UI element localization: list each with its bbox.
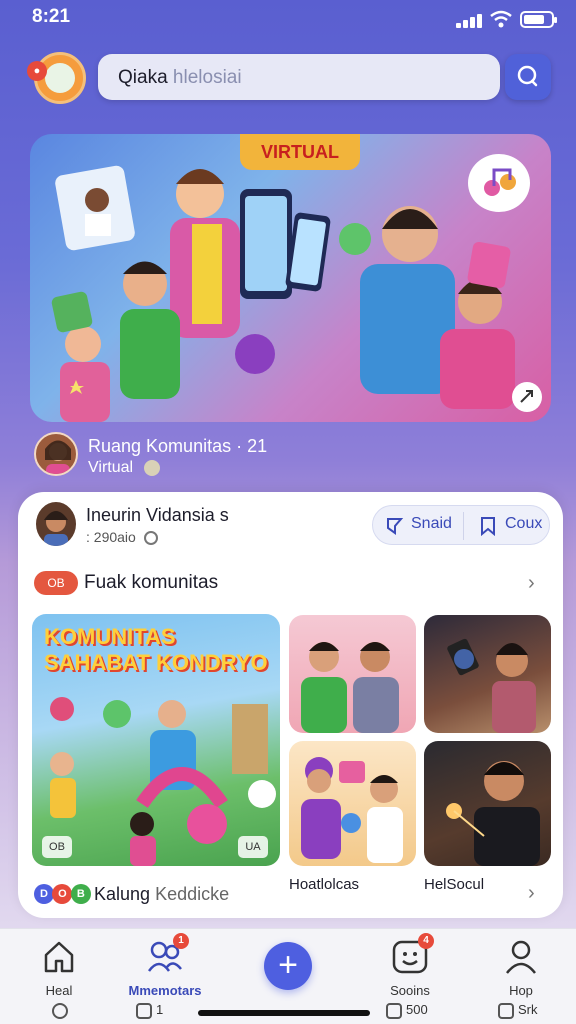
battery-icon <box>520 11 557 28</box>
community-avatar[interactable] <box>34 432 78 476</box>
search-value: Qiaka <box>118 67 168 88</box>
join-button[interactable]: Coux <box>505 515 542 533</box>
section-badge: OB <box>34 571 78 595</box>
home-indicator[interactable] <box>198 1010 370 1016</box>
expand-icon[interactable] <box>512 382 542 412</box>
featured-tile-title: KOMUNITAS SAHABAT KONDRYO <box>44 624 268 675</box>
system-nav-item-a[interactable]: 500 <box>386 1002 428 1019</box>
back-icon <box>52 1002 68 1019</box>
gallery-tile[interactable] <box>289 741 416 866</box>
member-count: : 290aio <box>86 529 158 546</box>
music-bubble-icon[interactable] <box>468 154 530 212</box>
footer-chevron-icon[interactable]: › <box>528 882 535 905</box>
tab-profile[interactable]: Hop <box>476 937 566 998</box>
app-logo[interactable]: ● <box>27 52 86 104</box>
status-time: 8:21 <box>32 6 71 27</box>
featured-tile[interactable]: KOMUNITAS SAHABAT KONDRYO OB UA <box>32 614 280 866</box>
gallery-caption-2: HelSocul <box>424 876 485 893</box>
status-bar: 8:21 <box>0 0 576 40</box>
community-icon: 1 <box>145 933 189 977</box>
footer-badge-1: D <box>34 884 54 904</box>
clock-icon <box>143 531 158 546</box>
share-button[interactable]: Snaid <box>411 515 452 533</box>
community-title: Ruang Komunitas · 21 <box>88 436 268 456</box>
gallery-tile[interactable] <box>424 615 551 733</box>
signal-icon <box>456 12 484 28</box>
logo-notification-badge: ● <box>27 61 47 81</box>
checkbox-icon <box>386 1002 402 1019</box>
tab-community[interactable]: 1 Mmemotars <box>120 933 210 998</box>
system-nav-item-b[interactable]: Srk <box>498 1002 538 1019</box>
smiley-icon: 4 <box>390 933 434 977</box>
wifi-icon <box>490 10 512 28</box>
footer-badge-3: B <box>70 884 91 904</box>
hero-banner-ribbon: VIRTUAL <box>240 134 360 170</box>
gallery-tile[interactable] <box>289 615 416 733</box>
featured-tile-badge-left: OB <box>42 836 72 858</box>
share-icon[interactable] <box>385 516 405 536</box>
gallery-tile[interactable] <box>424 741 551 866</box>
community-subtitle: Virtual <box>88 459 160 477</box>
verified-icon <box>143 459 160 476</box>
recent-apps-icon <box>136 1002 152 1019</box>
footer-badges: D O B <box>34 884 91 904</box>
section-title[interactable]: Fuak komunitas <box>84 572 218 594</box>
featured-tile-badge-right: UA <box>238 836 268 858</box>
share-join-button-group: Snaid Coux <box>372 505 550 545</box>
tab-home[interactable]: Heal <box>14 937 104 998</box>
community-notification-badge: 1 <box>173 933 189 949</box>
owner-name: Ineurin Vidansia s <box>86 505 229 525</box>
page-icon <box>498 1002 514 1019</box>
search-placeholder: hlelosiai <box>172 67 242 88</box>
section-chevron-icon[interactable]: › <box>528 572 535 595</box>
system-nav-back[interactable] <box>52 1002 72 1019</box>
tab-social[interactable]: 4 Sooins <box>365 933 455 998</box>
search-input[interactable]: Qiaka hlelosiai <box>98 54 500 100</box>
home-icon <box>39 937 79 977</box>
gallery-caption-1: Hoatlolcas <box>289 876 360 893</box>
hero-banner[interactable]: VIRTUAL <box>30 134 551 422</box>
search-icon <box>517 65 538 87</box>
bookmark-icon[interactable] <box>479 516 497 536</box>
social-notification-badge: 4 <box>418 933 434 949</box>
system-nav-recent[interactable]: 1 <box>136 1002 163 1019</box>
owner-avatar[interactable] <box>36 502 76 546</box>
search-button[interactable] <box>505 54 551 100</box>
footer-badge-2: O <box>52 884 73 904</box>
footer-label[interactable]: Kalung Keddicke <box>94 884 229 905</box>
add-post-button[interactable]: + <box>264 942 312 990</box>
profile-icon <box>501 937 541 977</box>
